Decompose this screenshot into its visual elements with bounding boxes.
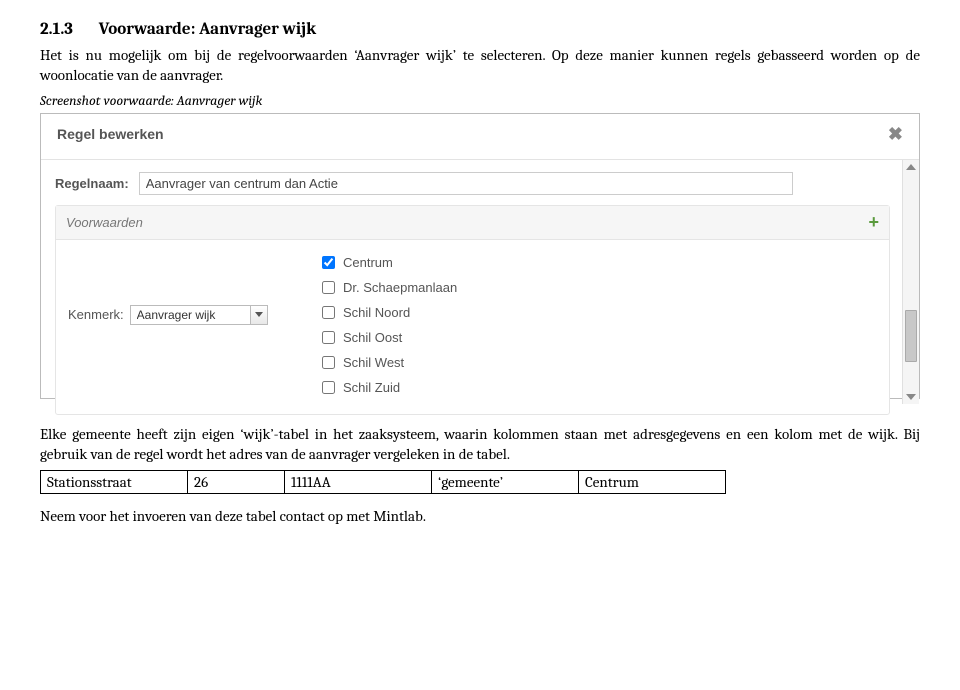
explanation-paragraph: Elke gemeente heeft zijn eigen ‘wijk’-ta… (40, 424, 920, 465)
regelnaam-label: Regelnaam: (55, 176, 129, 191)
wijk-option-label: Dr. Schaepmanlaan (343, 280, 457, 295)
wijk-checkbox[interactable] (322, 306, 335, 319)
screenshot-caption: Screenshot voorwaarde: Aanvrager wijk (40, 92, 920, 109)
kenmerk-input[interactable] (130, 305, 268, 325)
wijk-checkbox[interactable] (322, 381, 335, 394)
voorwaarden-section: Voorwaarden + Kenmerk: (55, 205, 890, 415)
voorwaarden-header: Voorwaarden + (56, 206, 889, 240)
voorwaarden-label: Voorwaarden (66, 215, 143, 230)
intro-paragraph: Het is nu mogelijk om bij de regelvoorwa… (40, 45, 920, 86)
table-cell: 1111AA (285, 471, 432, 494)
table-cell: 26 (188, 471, 285, 494)
wijk-option-label: Centrum (343, 255, 393, 270)
wijk-option[interactable]: Schil Oost (318, 325, 877, 350)
close-icon[interactable]: ✖ (888, 124, 903, 145)
table-cell: Stationsstraat (41, 471, 188, 494)
heading-number: 2.1.3 (40, 20, 95, 39)
dialog-title: Regel bewerken (57, 126, 164, 142)
scroll-down-icon[interactable] (906, 394, 916, 400)
wijk-option[interactable]: Dr. Schaepmanlaan (318, 275, 877, 300)
regelnaam-row: Regelnaam: (55, 172, 890, 195)
wijk-option[interactable]: Centrum (318, 250, 877, 275)
wijk-checkbox[interactable] (322, 256, 335, 269)
wijk-option[interactable]: Schil West (318, 350, 877, 375)
wijk-checkbox[interactable] (322, 331, 335, 344)
heading-text: Voorwaarde: Aanvrager wijk (99, 20, 316, 39)
wijk-option-label: Schil Noord (343, 305, 410, 320)
kenmerk-combobox[interactable] (130, 305, 268, 325)
add-icon[interactable]: + (868, 212, 879, 233)
table-cell: Centrum (579, 471, 726, 494)
wijk-option-label: Schil Oost (343, 330, 402, 345)
scrollbar[interactable] (902, 160, 919, 404)
address-table: Stationsstraat 26 1111AA ‘gemeente’ Cent… (40, 470, 726, 494)
kenmerk-row: Kenmerk: (68, 305, 318, 325)
table-cell: ‘gemeente’ (432, 471, 579, 494)
wijk-checkbox[interactable] (322, 356, 335, 369)
kenmerk-label: Kenmerk: (68, 307, 124, 322)
wijk-option-label: Schil West (343, 355, 404, 370)
wijk-option-label: Schil Zuid (343, 380, 400, 395)
wijk-checkbox[interactable] (322, 281, 335, 294)
embedded-screenshot: Regel bewerken ✖ Regelnaam: Voorwaarden … (40, 113, 920, 399)
footer-paragraph: Neem voor het invoeren van deze tabel co… (40, 506, 920, 526)
wijk-option[interactable]: Schil Noord (318, 300, 877, 325)
table-row: Stationsstraat 26 1111AA ‘gemeente’ Cent… (41, 471, 726, 494)
wijk-option[interactable]: Schil Zuid (318, 375, 877, 400)
dialog-header: Regel bewerken ✖ (41, 114, 919, 160)
section-heading: 2.1.3 Voorwaarde: Aanvrager wijk (40, 20, 920, 39)
wijk-options: Centrum Dr. Schaepmanlaan Schil Noord (318, 250, 877, 400)
chevron-down-icon[interactable] (250, 306, 267, 324)
regelnaam-input[interactable] (139, 172, 793, 195)
scroll-up-icon[interactable] (906, 164, 916, 170)
